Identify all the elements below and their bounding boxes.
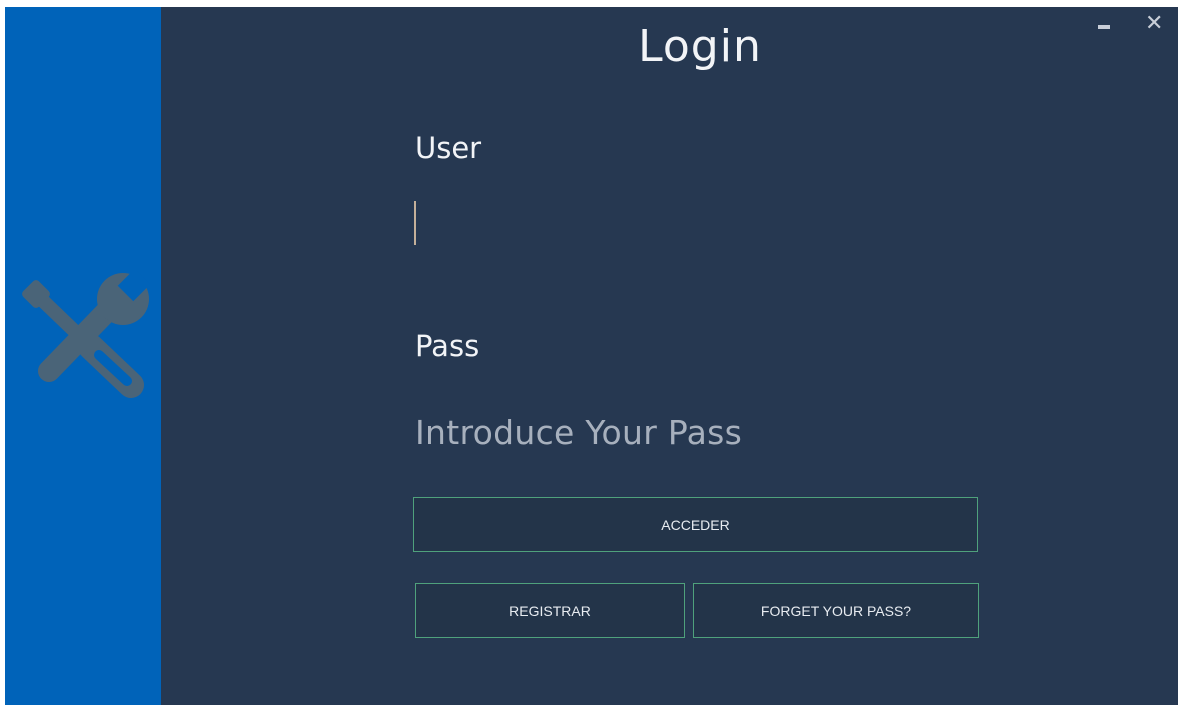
close-icon[interactable]: ✕ [1145,13,1163,35]
pass-label: Pass [415,329,480,363]
minimize-icon[interactable] [1098,25,1110,29]
text-caret [414,201,416,245]
sidebar [5,7,161,705]
tools-icon [22,271,151,398]
pass-input[interactable] [413,407,980,457]
forget-password-button[interactable]: FORGET YOUR PASS? [693,583,979,638]
user-input[interactable] [413,197,980,247]
login-window: Login ✕ User Pass ACCEDER REGISTRAR FORG… [5,7,1178,705]
page-title: Login [638,21,762,72]
user-label: User [415,131,482,165]
registrar-button[interactable]: REGISTRAR [415,583,685,638]
acceder-button[interactable]: ACCEDER [413,497,978,552]
